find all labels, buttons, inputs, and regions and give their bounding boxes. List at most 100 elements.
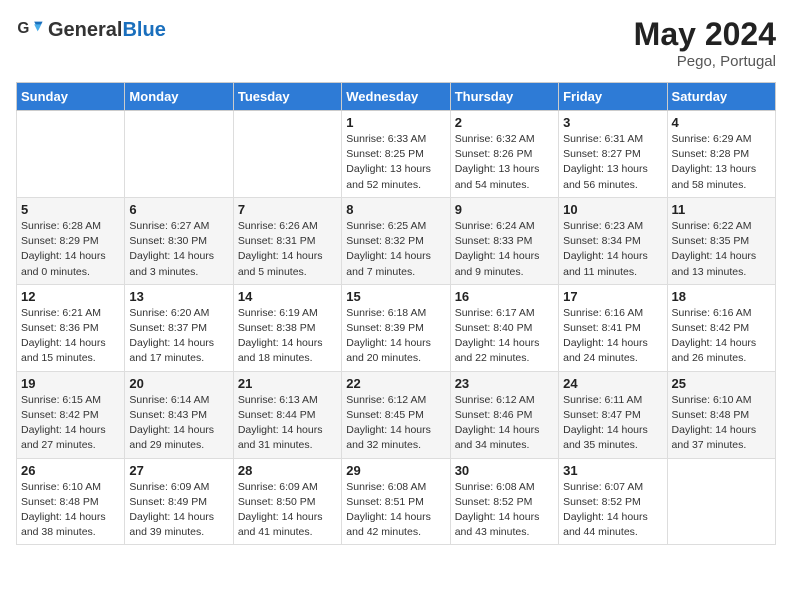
calendar-day-10: 10 Sunrise: 6:23 AMSunset: 8:34 PMDayligh…: [559, 197, 667, 284]
day-number-6: 6: [129, 202, 228, 217]
day-info-24: Sunrise: 6:11 AMSunset: 8:47 PMDaylight:…: [563, 393, 662, 454]
day-number-12: 12: [21, 289, 120, 304]
day-number-18: 18: [672, 289, 771, 304]
calendar-empty-cell: [667, 458, 775, 545]
title-area: May 2024 Pego, Portugal: [634, 16, 776, 70]
calendar-week-4: 19 Sunrise: 6:15 AMSunset: 8:42 PMDayligh…: [17, 371, 776, 458]
day-info-23: Sunrise: 6:12 AMSunset: 8:46 PMDaylight:…: [455, 393, 554, 454]
calendar-day-22: 22 Sunrise: 6:12 AMSunset: 8:45 PMDayligh…: [342, 371, 450, 458]
calendar-day-20: 20 Sunrise: 6:14 AMSunset: 8:43 PMDayligh…: [125, 371, 233, 458]
calendar-day-5: 5 Sunrise: 6:28 AMSunset: 8:29 PMDaylight…: [17, 197, 125, 284]
day-info-6: Sunrise: 6:27 AMSunset: 8:30 PMDaylight:…: [129, 219, 228, 280]
calendar-day-1: 1Sunrise: 6:33 AMSunset: 8:25 PMDaylight…: [342, 111, 450, 198]
day-info-9: Sunrise: 6:24 AMSunset: 8:33 PMDaylight:…: [455, 219, 554, 280]
day-number-22: 22: [346, 376, 445, 391]
day-info-1: Sunrise: 6:33 AMSunset: 8:25 PMDaylight:…: [346, 132, 445, 193]
day-info-18: Sunrise: 6:16 AMSunset: 8:42 PMDaylight:…: [672, 306, 771, 367]
day-number-31: 31: [563, 463, 662, 478]
svg-text:G: G: [17, 20, 29, 37]
calendar-day-11: 11 Sunrise: 6:22 AMSunset: 8:35 PMDayligh…: [667, 197, 775, 284]
calendar-empty-cell: [17, 111, 125, 198]
day-number-5: 5: [21, 202, 120, 217]
day-info-30: Sunrise: 6:08 AMSunset: 8:52 PMDaylight:…: [455, 480, 554, 541]
calendar-day-29: 29 Sunrise: 6:08 AMSunset: 8:51 PMDayligh…: [342, 458, 450, 545]
day-info-2: Sunrise: 6:32 AMSunset: 8:26 PMDaylight:…: [455, 132, 554, 193]
logo: G GeneralBlue: [16, 16, 166, 44]
calendar-day-7: 7 Sunrise: 6:26 AMSunset: 8:31 PMDaylight…: [233, 197, 341, 284]
day-info-19: Sunrise: 6:15 AMSunset: 8:42 PMDaylight:…: [21, 393, 120, 454]
day-info-12: Sunrise: 6:21 AMSunset: 8:36 PMDaylight:…: [21, 306, 120, 367]
day-number-29: 29: [346, 463, 445, 478]
logo-text-general: General: [48, 19, 122, 41]
day-number-21: 21: [238, 376, 337, 391]
day-number-30: 30: [455, 463, 554, 478]
day-info-27: Sunrise: 6:09 AMSunset: 8:49 PMDaylight:…: [129, 480, 228, 541]
day-info-8: Sunrise: 6:25 AMSunset: 8:32 PMDaylight:…: [346, 219, 445, 280]
calendar-empty-cell: [125, 111, 233, 198]
logo-text-blue: Blue: [122, 19, 165, 41]
calendar-day-30: 30 Sunrise: 6:08 AMSunset: 8:52 PMDayligh…: [450, 458, 558, 545]
weekday-header-thursday: Thursday: [450, 83, 558, 111]
weekday-header-saturday: Saturday: [667, 83, 775, 111]
day-number-10: 10: [563, 202, 662, 217]
day-number-7: 7: [238, 202, 337, 217]
weekday-header-wednesday: Wednesday: [342, 83, 450, 111]
day-info-26: Sunrise: 6:10 AMSunset: 8:48 PMDaylight:…: [21, 480, 120, 541]
weekday-header-monday: Monday: [125, 83, 233, 111]
day-number-17: 17: [563, 289, 662, 304]
day-number-20: 20: [129, 376, 228, 391]
calendar-header: SundayMondayTuesdayWednesdayThursdayFrid…: [17, 83, 776, 111]
weekday-header-row: SundayMondayTuesdayWednesdayThursdayFrid…: [17, 83, 776, 111]
day-info-21: Sunrise: 6:13 AMSunset: 8:44 PMDaylight:…: [238, 393, 337, 454]
weekday-header-tuesday: Tuesday: [233, 83, 341, 111]
weekday-header-sunday: Sunday: [17, 83, 125, 111]
day-info-16: Sunrise: 6:17 AMSunset: 8:40 PMDaylight:…: [455, 306, 554, 367]
day-number-15: 15: [346, 289, 445, 304]
day-info-11: Sunrise: 6:22 AMSunset: 8:35 PMDaylight:…: [672, 219, 771, 280]
day-info-31: Sunrise: 6:07 AMSunset: 8:52 PMDaylight:…: [563, 480, 662, 541]
day-info-14: Sunrise: 6:19 AMSunset: 8:38 PMDaylight:…: [238, 306, 337, 367]
calendar-day-19: 19 Sunrise: 6:15 AMSunset: 8:42 PMDayligh…: [17, 371, 125, 458]
calendar-day-2: 2 Sunrise: 6:32 AMSunset: 8:26 PMDaylight…: [450, 111, 558, 198]
day-number-27: 27: [129, 463, 228, 478]
day-info-5: Sunrise: 6:28 AMSunset: 8:29 PMDaylight:…: [21, 219, 120, 280]
day-number-16: 16: [455, 289, 554, 304]
day-info-25: Sunrise: 6:10 AMSunset: 8:48 PMDaylight:…: [672, 393, 771, 454]
calendar-day-4: 4Sunrise: 6:29 AMSunset: 8:28 PMDaylight…: [667, 111, 775, 198]
calendar-empty-cell: [233, 111, 341, 198]
day-info-20: Sunrise: 6:14 AMSunset: 8:43 PMDaylight:…: [129, 393, 228, 454]
location: Pego, Portugal: [634, 53, 776, 70]
day-number-3: 3: [563, 115, 662, 130]
calendar-day-16: 16 Sunrise: 6:17 AMSunset: 8:40 PMDayligh…: [450, 284, 558, 371]
day-info-7: Sunrise: 6:26 AMSunset: 8:31 PMDaylight:…: [238, 219, 337, 280]
calendar-week-1: 1Sunrise: 6:33 AMSunset: 8:25 PMDaylight…: [17, 111, 776, 198]
day-number-9: 9: [455, 202, 554, 217]
day-info-29: Sunrise: 6:08 AMSunset: 8:51 PMDaylight:…: [346, 480, 445, 541]
month-year: May 2024: [634, 16, 776, 53]
calendar-day-25: 25Sunrise: 6:10 AMSunset: 8:48 PMDayligh…: [667, 371, 775, 458]
day-number-24: 24: [563, 376, 662, 391]
day-number-14: 14: [238, 289, 337, 304]
day-number-19: 19: [21, 376, 120, 391]
day-info-22: Sunrise: 6:12 AMSunset: 8:45 PMDaylight:…: [346, 393, 445, 454]
day-info-3: Sunrise: 6:31 AMSunset: 8:27 PMDaylight:…: [563, 132, 662, 193]
calendar-week-2: 5 Sunrise: 6:28 AMSunset: 8:29 PMDaylight…: [17, 197, 776, 284]
day-number-11: 11: [672, 202, 771, 217]
calendar-day-31: 31 Sunrise: 6:07 AMSunset: 8:52 PMDayligh…: [559, 458, 667, 545]
day-info-13: Sunrise: 6:20 AMSunset: 8:37 PMDaylight:…: [129, 306, 228, 367]
day-info-4: Sunrise: 6:29 AMSunset: 8:28 PMDaylight:…: [672, 132, 771, 193]
day-number-2: 2: [455, 115, 554, 130]
calendar-day-12: 12 Sunrise: 6:21 AMSunset: 8:36 PMDayligh…: [17, 284, 125, 371]
day-number-28: 28: [238, 463, 337, 478]
weekday-header-friday: Friday: [559, 83, 667, 111]
day-info-28: Sunrise: 6:09 AMSunset: 8:50 PMDaylight:…: [238, 480, 337, 541]
day-number-26: 26: [21, 463, 120, 478]
calendar-day-6: 6 Sunrise: 6:27 AMSunset: 8:30 PMDaylight…: [125, 197, 233, 284]
day-number-23: 23: [455, 376, 554, 391]
day-info-10: Sunrise: 6:23 AMSunset: 8:34 PMDaylight:…: [563, 219, 662, 280]
calendar-day-8: 8 Sunrise: 6:25 AMSunset: 8:32 PMDaylight…: [342, 197, 450, 284]
day-number-8: 8: [346, 202, 445, 217]
calendar-day-28: 28 Sunrise: 6:09 AMSunset: 8:50 PMDayligh…: [233, 458, 341, 545]
calendar-day-27: 27 Sunrise: 6:09 AMSunset: 8:49 PMDayligh…: [125, 458, 233, 545]
calendar-table: SundayMondayTuesdayWednesdayThursdayFrid…: [16, 82, 776, 545]
